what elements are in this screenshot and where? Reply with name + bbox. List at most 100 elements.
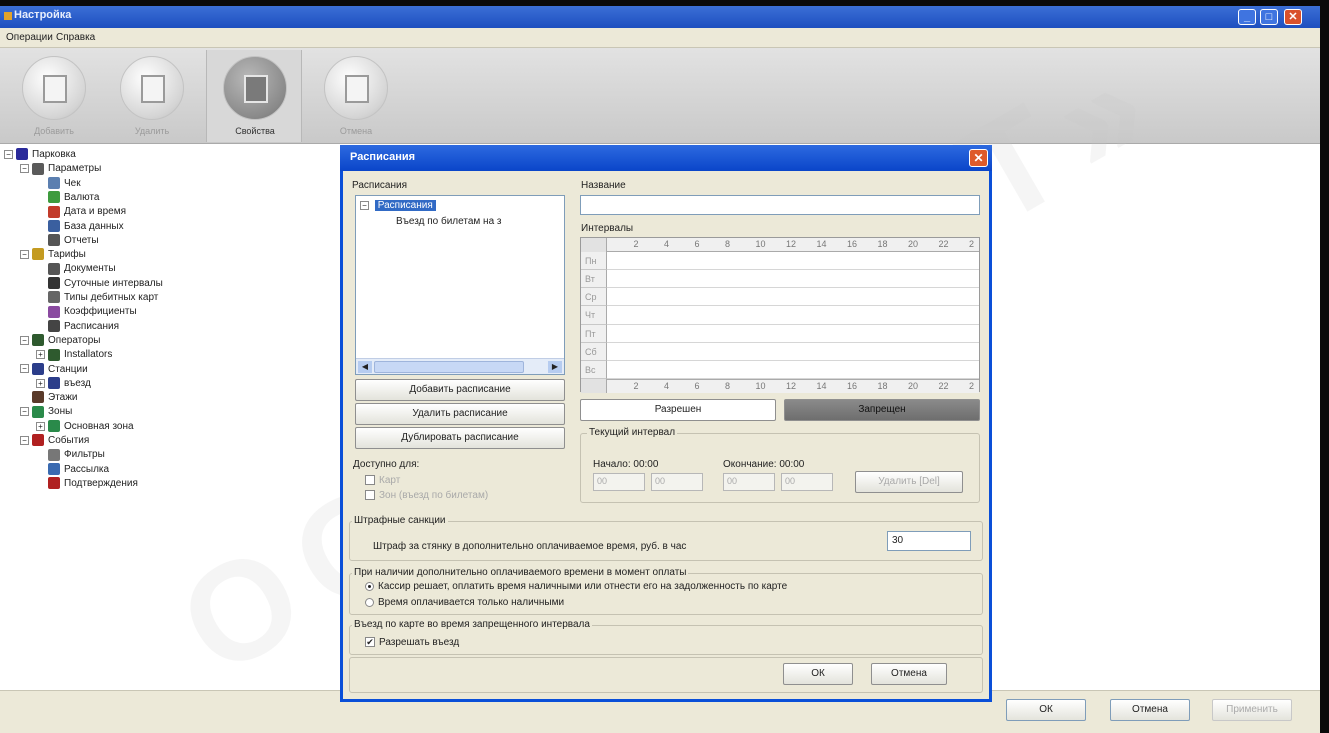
collapse-icon[interactable]: − <box>20 164 29 174</box>
tree-item[interactable]: Рассылка <box>36 462 109 477</box>
entry-icon <box>48 377 60 390</box>
end-minute-spin[interactable]: 00 <box>781 473 833 491</box>
dialog-cancel-button[interactable]: Отмена <box>871 663 947 685</box>
tree-item[interactable]: Суточные интервалы <box>36 277 163 291</box>
hour-tick-label: 18 <box>877 381 888 391</box>
tree-item-label: Валюта <box>64 191 100 203</box>
tree-item-label: Документы <box>64 263 116 275</box>
zones-checkbox[interactable] <box>365 490 375 501</box>
forbidden-button[interactable]: Запрещен <box>784 399 980 421</box>
database-icon <box>48 219 60 232</box>
scroll-thumb[interactable] <box>374 361 524 373</box>
duplicate-schedule-button[interactable]: Дублировать расписание <box>355 427 565 449</box>
tree-item[interactable]: Чек <box>36 176 81 191</box>
tree-item[interactable]: Коэффициенты <box>36 305 137 319</box>
tree-item[interactable]: Дата и время <box>36 205 126 219</box>
operators-icon <box>32 334 44 347</box>
add-schedule-button[interactable]: Добавить расписание <box>355 379 565 401</box>
end-hour-spin[interactable]: 00 <box>723 473 775 491</box>
scroll-right-icon[interactable]: ▶ <box>548 361 562 373</box>
menu-help[interactable]: Справка <box>56 32 95 43</box>
cancel-toolbar-button[interactable]: Отмена <box>308 50 404 142</box>
schedule-child-item[interactable]: Въезд по билетам на з <box>396 216 502 227</box>
start-hour-spin[interactable]: 00 <box>593 473 645 491</box>
day-label: Вт <box>581 270 607 289</box>
properties-toolbar-button[interactable]: Свойства <box>206 50 302 142</box>
minimize-button[interactable]: _ <box>1238 9 1256 25</box>
tree-item[interactable]: − Станции <box>20 362 88 377</box>
dialog-close-icon[interactable]: ✕ <box>969 149 988 167</box>
radio-cashier-icon[interactable] <box>365 581 374 591</box>
schedule-root-item[interactable]: Расписания <box>374 200 436 211</box>
footer-cancel-button[interactable]: Отмена <box>1110 699 1190 721</box>
delete-schedule-button[interactable]: Удалить расписание <box>355 403 565 425</box>
day-label: Вс <box>581 360 607 379</box>
hours-ruler-bottom: 2 4 6 8 10 12 14 16 18 20 22 2 <box>607 379 979 393</box>
collapse-icon[interactable]: − <box>20 364 29 374</box>
radio-cashier-decides[interactable]: Кассир решает, оплатить время наличными … <box>365 581 787 592</box>
tree-item[interactable]: − Тарифы <box>20 248 86 262</box>
footer-ok-button[interactable]: ОК <box>1006 699 1086 721</box>
tree-item[interactable]: + Основная зона <box>36 420 134 434</box>
horizontal-scrollbar[interactable]: ◀ ▶ <box>356 358 564 374</box>
radio-cash-only[interactable]: Время оплачивается только наличными <box>365 597 564 608</box>
hour-tick-label: 2 <box>633 239 639 249</box>
allow-entry-checkbox[interactable]: ✔ <box>365 637 375 648</box>
tree-item[interactable]: Фильтры <box>36 448 105 462</box>
window-titlebar: Настройка _ □ ✕ <box>0 6 1320 28</box>
dialog-ok-button[interactable]: ОК <box>783 663 853 685</box>
collapse-icon[interactable]: − <box>20 435 29 445</box>
allow-entry-row[interactable]: ✔ Разрешать въезд <box>365 637 459 648</box>
tree-item[interactable]: Документы <box>36 262 116 276</box>
tree-item[interactable]: Отчеты <box>36 234 99 248</box>
radio-cash-icon[interactable] <box>365 597 374 607</box>
expand-icon[interactable]: + <box>36 421 45 431</box>
day-label: Ср <box>581 288 607 307</box>
floors-icon <box>32 391 44 404</box>
collapse-icon[interactable]: − <box>20 249 29 259</box>
schedule-name-input[interactable] <box>580 195 980 215</box>
cards-checkbox[interactable] <box>365 475 375 486</box>
add-toolbar-button[interactable]: Добавить <box>6 50 102 142</box>
delete-toolbar-button[interactable]: Удалить <box>104 50 200 142</box>
tree-item[interactable]: − Операторы <box>20 334 100 348</box>
tree-item[interactable]: + въезд <box>36 377 91 391</box>
tree-item[interactable]: Валюта <box>36 191 99 205</box>
day-row-divider <box>607 269 979 271</box>
tree-item[interactable]: + Installators <box>36 348 112 362</box>
mailing-icon <box>48 462 60 475</box>
tree-item[interactable]: Этажи <box>20 391 78 405</box>
penalty-text: Штраф за стянку в дополнительно оплачива… <box>373 541 687 552</box>
allowed-button[interactable]: Разрешен <box>580 399 776 421</box>
footer-apply-button[interactable]: Применить <box>1212 699 1292 721</box>
collapse-icon[interactable]: − <box>20 335 29 345</box>
zones-checkbox-row[interactable]: Зон (въезд по билетам) <box>365 490 488 501</box>
delete-interval-button[interactable]: Удалить [Del] <box>855 471 963 493</box>
day-row-divider <box>607 359 979 361</box>
tree-item-label: Зоны <box>48 406 73 418</box>
collapse-icon[interactable]: − <box>20 407 29 417</box>
menu-operations[interactable]: Операции <box>6 32 53 43</box>
close-button[interactable]: ✕ <box>1284 9 1302 25</box>
cards-checkbox-row[interactable]: Карт <box>365 475 400 486</box>
schedule-root-expander[interactable]: − <box>360 201 369 210</box>
tree-item[interactable]: − События <box>20 434 89 448</box>
tree-item[interactable]: − Парковка <box>4 148 76 162</box>
collapse-icon[interactable]: − <box>4 149 13 159</box>
hour-tick-label: 6 <box>694 239 700 249</box>
undo-icon <box>324 56 388 120</box>
maximize-button[interactable]: □ <box>1260 9 1278 25</box>
expand-icon[interactable]: + <box>36 378 45 388</box>
hour-tick-label: 22 <box>938 381 949 391</box>
penalty-input[interactable]: 30 <box>887 531 971 551</box>
tree-item[interactable]: Типы дебитных карт <box>36 291 158 305</box>
tree-item[interactable]: База данных <box>36 219 124 234</box>
tree-item[interactable]: − Параметры <box>20 162 101 176</box>
intervals-grid[interactable]: 2 4 6 8 10 12 14 16 18 20 22 2 2 4 6 8 10 12 14 16 18 20 22 2 Пн… <box>580 237 980 393</box>
tree-item[interactable]: Подтверждения <box>36 477 138 491</box>
start-minute-spin[interactable]: 00 <box>651 473 703 491</box>
scroll-left-icon[interactable]: ◀ <box>358 361 372 373</box>
expand-icon[interactable]: + <box>36 350 45 360</box>
tree-item[interactable]: Расписания <box>36 319 119 334</box>
tree-item[interactable]: − Зоны <box>20 405 72 419</box>
